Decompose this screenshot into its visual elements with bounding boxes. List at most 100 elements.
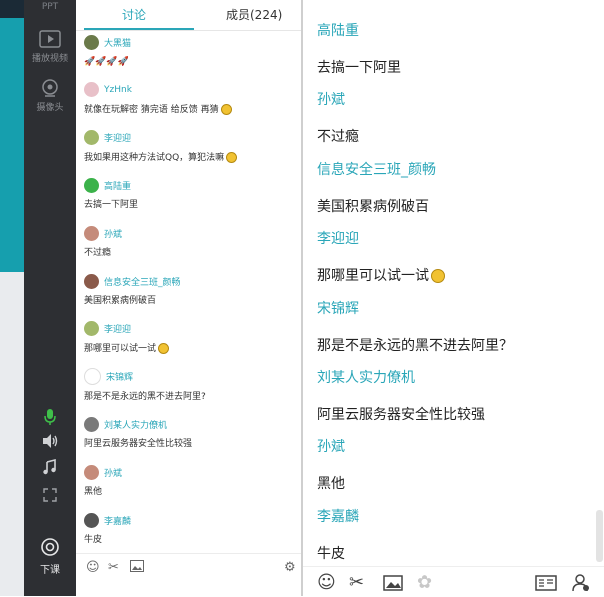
- message-text-row: 黑他: [317, 474, 587, 494]
- chat-input-toolbar-large: ☺ ✂ ✿: [303, 566, 604, 597]
- sender-name[interactable]: 李迎迎: [104, 322, 131, 335]
- avatar[interactable]: [84, 273, 99, 289]
- message-header: 信息安全三班_颜畅: [84, 272, 298, 290]
- expand-icon: [43, 488, 57, 502]
- chat-message: 宋锦辉那是不是永远的黑不进去阿里?: [84, 368, 298, 404]
- sender-name[interactable]: 高陆重: [317, 20, 587, 42]
- message-text: 那是不是永远的黑不进去阿里?: [84, 391, 206, 402]
- sender-name[interactable]: 孙斌: [317, 89, 587, 111]
- chat-message: 高陆重 去搞一下阿里: [84, 176, 298, 212]
- sender-name[interactable]: 信息安全三班_颜畅: [317, 159, 587, 181]
- message-text: 那是不是永远的黑不进去阿里？: [317, 337, 513, 354]
- message-text-row: 那哪里可以试一试: [84, 342, 298, 356]
- music-button[interactable]: [24, 459, 76, 475]
- microphone-button[interactable]: [24, 408, 76, 426]
- power-icon: [41, 538, 59, 556]
- sender-name[interactable]: YzHnk: [104, 85, 132, 95]
- chat-tabs: 讨论 成员(224): [76, 0, 302, 31]
- message-text-row: 那哪里可以试一试: [317, 266, 587, 286]
- emoji-icon[interactable]: ☺: [86, 560, 100, 575]
- chat-panel-large: 高陆重 去搞一下阿里 孙斌 不过瘾 信息安全三班_颜畅 美国积累病例破百 李迎迎 那哪里可以试…: [303, 0, 604, 597]
- sender-name[interactable]: 李嘉麟: [104, 514, 131, 527]
- emoji-icon: [226, 151, 238, 163]
- avatar[interactable]: [84, 464, 99, 480]
- message-list[interactable]: 大黑猫 🚀🚀🚀🚀 YzHnk 就像在玩解密 猜完语 给反馈 再猜 李迎迎 我如果用这种方法…: [76, 31, 302, 549]
- scissors-icon[interactable]: ✂: [108, 560, 119, 575]
- scissors-icon[interactable]: ✂: [349, 572, 364, 593]
- message-text-row: 黑他: [84, 485, 298, 499]
- end-class-button[interactable]: 下课: [24, 537, 76, 576]
- dark-header-block: [0, 0, 24, 18]
- avatar[interactable]: [84, 368, 101, 386]
- message-header: 李嘉麟: [84, 511, 298, 529]
- chat-message-zoomed: 刘某人实力僚机 阿里云服务器安全性比较强: [317, 367, 587, 425]
- message-text-row: 阿里云服务器安全性比较强: [84, 437, 298, 451]
- avatar[interactable]: [84, 130, 99, 146]
- sender-name[interactable]: 大黑猫: [104, 36, 131, 49]
- sender-name[interactable]: 李嘉麟: [317, 506, 587, 528]
- message-text: 那哪里可以试一试: [317, 268, 429, 285]
- tab-discussion[interactable]: 讨论: [122, 6, 146, 23]
- sender-name[interactable]: 刘某人实力僚机: [317, 367, 587, 389]
- image-icon[interactable]: [383, 575, 403, 596]
- message-text-row: 我如果用这种方法试QQ，算犯法嘛: [84, 151, 298, 165]
- message-text-row: 那是不是永远的黑不进去阿里?: [84, 390, 298, 404]
- message-text-row: 不过瘾: [317, 127, 587, 147]
- sender-name[interactable]: 宋锦辉: [106, 370, 133, 383]
- avatar[interactable]: [84, 225, 99, 241]
- camera-icon: [42, 79, 58, 97]
- chat-message-zoomed: 李迎迎那哪里可以试一试: [317, 228, 587, 286]
- background-strip: [0, 0, 24, 596]
- avatar[interactable]: [84, 177, 99, 193]
- chat-message: 李迎迎我如果用这种方法试QQ，算犯法嘛: [84, 129, 298, 165]
- message-text-row: 就像在玩解密 猜完语 给反馈 再猜: [84, 103, 298, 117]
- tab-members[interactable]: 成员(224): [226, 6, 282, 23]
- message-text: 黑他: [84, 487, 103, 498]
- sender-name[interactable]: 李迎迎: [317, 228, 587, 250]
- play-video-button[interactable]: 播放视频: [24, 30, 76, 64]
- sender-name[interactable]: 孙斌: [104, 466, 122, 479]
- chat-message: 大黑猫 🚀🚀🚀🚀: [84, 33, 298, 69]
- camera-button[interactable]: 摄像头: [24, 78, 76, 113]
- vertical-toolbar: PPT 播放视频 摄像头 下课: [24, 0, 76, 596]
- message-text: 牛皮: [84, 535, 103, 545]
- message-header: 大黑猫: [84, 33, 298, 51]
- scrollbar[interactable]: [596, 510, 603, 562]
- sender-name[interactable]: 孙斌: [317, 436, 587, 458]
- message-header: 李迎迎: [84, 320, 298, 338]
- fullscreen-button[interactable]: [24, 488, 76, 502]
- chat-message: 李嘉麟 牛皮: [84, 511, 298, 547]
- avatar[interactable]: [84, 416, 99, 432]
- sender-name[interactable]: 刘某人实力僚机: [104, 418, 167, 431]
- chat-message-zoomed: 李嘉麟 牛皮: [317, 506, 587, 564]
- chat-message: 李迎迎那哪里可以试一试: [84, 320, 298, 356]
- emoji-icon: [220, 103, 232, 115]
- sender-name[interactable]: 李迎迎: [104, 131, 131, 144]
- settings-icon[interactable]: ⚙: [284, 560, 296, 575]
- active-tab-indicator: [84, 28, 194, 30]
- card-icon[interactable]: [535, 575, 557, 596]
- sender-name[interactable]: 高陆重: [104, 179, 131, 192]
- message-text: 美国积累病例破百: [84, 296, 157, 306]
- message-text: 不过瘾: [317, 129, 359, 146]
- message-list-zoomed[interactable]: 高陆重 去搞一下阿里 孙斌 不过瘾 信息安全三班_颜畅 美国积累病例破百 李迎迎 那哪里可以试…: [303, 0, 595, 565]
- avatar[interactable]: [84, 321, 99, 337]
- speaker-button[interactable]: [24, 433, 76, 449]
- sender-name[interactable]: 孙斌: [104, 227, 122, 240]
- user-icon[interactable]: [571, 574, 591, 597]
- ppt-button[interactable]: PPT: [24, 2, 76, 12]
- avatar[interactable]: [84, 512, 99, 528]
- avatar[interactable]: [84, 82, 99, 98]
- sender-name[interactable]: 宋锦辉: [317, 298, 587, 320]
- chat-message-zoomed: 信息安全三班_颜畅 美国积累病例破百: [317, 159, 587, 217]
- message-text: 去搞一下阿里: [317, 60, 401, 76]
- avatar[interactable]: [84, 34, 99, 50]
- emoji-icon[interactable]: ☺: [317, 572, 336, 593]
- message-text: 我如果用这种方法试QQ，算犯法嘛: [84, 152, 225, 163]
- image-icon[interactable]: [130, 560, 144, 576]
- end-class-label: 下课: [40, 565, 60, 576]
- play-video-label: 播放视频: [31, 54, 68, 64]
- flower-icon[interactable]: ✿: [417, 572, 432, 593]
- sender-name[interactable]: 信息安全三班_颜畅: [104, 275, 181, 288]
- speaker-icon: [43, 434, 58, 448]
